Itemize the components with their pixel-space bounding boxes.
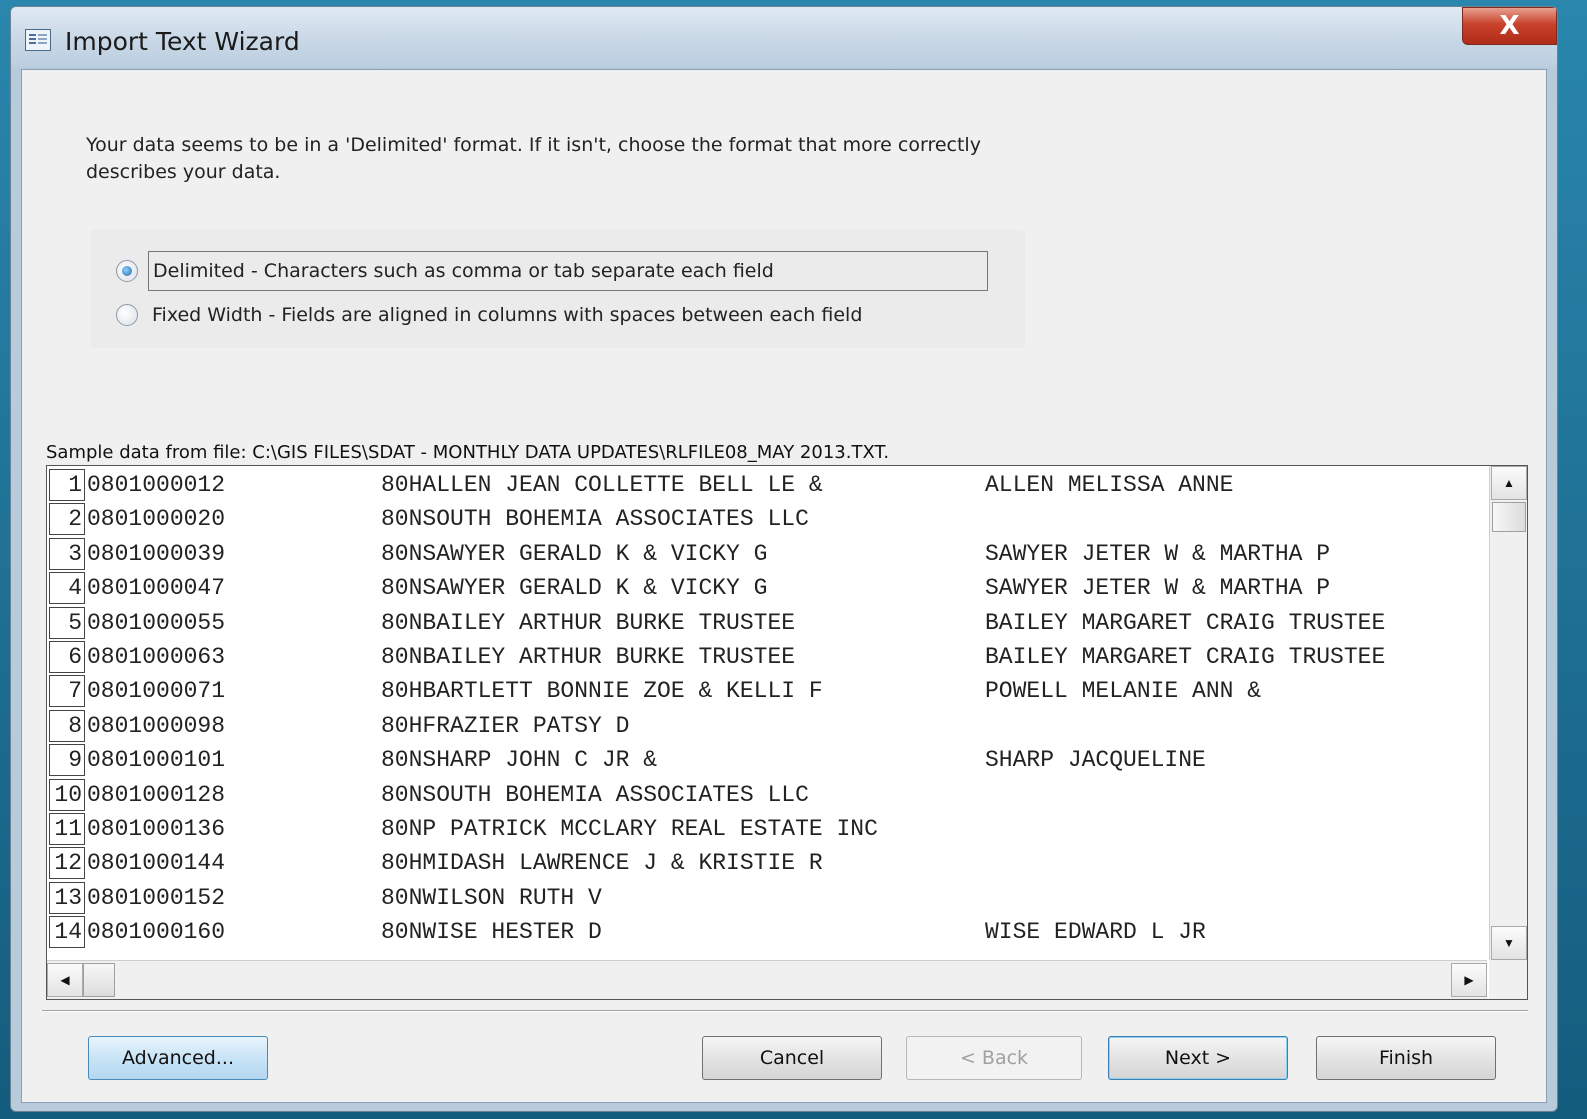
table-row: 4 0801000047 80NSAWYER GERALD K & VICKY G S… <box>47 571 1487 605</box>
owner2-cell: SAWYER JETER W & MARTHA P <box>985 540 1331 567</box>
button-separator <box>42 1010 1528 1012</box>
vertical-scroll-thumb[interactable] <box>1492 502 1526 532</box>
back-button: < Back <box>906 1036 1082 1080</box>
table-row: 14 0801000160 80NWISE HESTER D WISE EDWARD … <box>47 915 1487 949</box>
table-row: 2 0801000020 80NSOUTH BOHEMIA ASSOCIATES L… <box>47 502 1487 536</box>
next-button[interactable]: Next > <box>1108 1036 1288 1080</box>
table-row: 7 0801000071 80HBARTLETT BONNIE ZOE & KELL… <box>47 674 1487 708</box>
window-title: Import Text Wizard <box>65 27 300 56</box>
instruction-text: Your data seems to be in a 'Delimited' f… <box>86 134 981 183</box>
owner-cell: 80HALLEN JEAN COLLETTE BELL LE & <box>381 472 823 498</box>
row-number: 14 <box>49 916 85 949</box>
table-row: 10 0801000128 80NSOUTH BOHEMIA ASSOCIATES … <box>47 778 1487 812</box>
row-number: 12 <box>49 847 85 880</box>
owner-cell: 80NSAWYER GERALD K & VICKY G <box>381 575 768 602</box>
owner-cell: 80HBARTLETT BONNIE ZOE & KELLI F <box>381 678 823 705</box>
row-number: 2 <box>49 503 85 536</box>
owner2-cell: SHARP JACQUELINE <box>985 747 1206 774</box>
parcel-id-cell: 0801000098 <box>87 712 226 739</box>
parcel-id-cell: 0801000101 <box>87 747 226 774</box>
delimited-label: Delimited - Characters such as comma or … <box>148 251 988 291</box>
row-number: 9 <box>49 744 85 777</box>
scroll-left-button[interactable]: ◀ <box>47 963 83 997</box>
scrollbar-corner <box>1489 960 1527 999</box>
parcel-id-cell: 0801000071 <box>87 678 226 705</box>
sample-data-grid[interactable]: 1 0801000012 80HALLEN JEAN COLLETTE BELL L… <box>46 465 1528 1000</box>
horizontal-scrollbar[interactable]: ◀ ▶ <box>47 960 1487 999</box>
fixed-width-option[interactable]: Fixed Width - Fields are aligned in colu… <box>116 300 866 330</box>
table-row: 12 0801000144 80HMIDASH LAWRENCE J & KRIST… <box>47 846 1487 880</box>
table-row: 9 0801000101 80NSHARP JOHN C JR & SHARP JAC… <box>47 743 1487 777</box>
import-text-wizard-window: Import Text Wizard X Your data seems to … <box>10 6 1558 1112</box>
row-number: 8 <box>49 709 85 742</box>
owner2-cell: ALLEN MELISSA ANNE <box>985 472 1234 498</box>
owner-cell: 80NSOUTH BOHEMIA ASSOCIATES LLC <box>381 781 809 808</box>
row-number: 10 <box>49 778 85 811</box>
wizard-client-area: Your data seems to be in a 'Delimited' f… <box>21 69 1547 1103</box>
row-number: 5 <box>49 606 85 639</box>
owner-cell: 80NSHARP JOHN C JR & <box>381 747 658 774</box>
parcel-id-cell: 0801000144 <box>87 850 226 877</box>
owner-cell: 80NBAILEY ARTHUR BURKE TRUSTEE <box>381 609 796 636</box>
vertical-scrollbar[interactable]: ▲ ▼ <box>1489 466 1527 960</box>
sample-data-label: Sample data from file: C:\GIS FILES\SDAT… <box>46 442 890 463</box>
advanced-button[interactable]: Advanced... <box>88 1036 268 1080</box>
delimited-radio[interactable] <box>116 260 138 282</box>
close-button[interactable]: X <box>1462 7 1557 45</box>
row-number: 1 <box>49 469 85 501</box>
row-number: 6 <box>49 641 85 673</box>
title-bar[interactable]: Import Text Wizard X <box>11 7 1557 67</box>
owner2-cell: SAWYER JETER W & MARTHA P <box>985 575 1331 602</box>
table-row: 5 0801000055 80NBAILEY ARTHUR BURKE TRUSTE… <box>47 606 1487 640</box>
sample-data-rows: 1 0801000012 80HALLEN JEAN COLLETTE BELL L… <box>47 466 1487 960</box>
owner-cell: 80NBAILEY ARTHUR BURKE TRUSTEE <box>381 644 796 670</box>
parcel-id-cell: 0801000055 <box>87 609 226 636</box>
parcel-id-cell: 0801000160 <box>87 919 226 946</box>
owner2-cell: BAILEY MARGARET CRAIG TRUSTEE <box>985 609 1386 636</box>
row-number: 3 <box>49 537 85 570</box>
owner-cell: 80NSAWYER GERALD K & VICKY G <box>381 540 768 567</box>
wizard-app-icon <box>25 29 51 51</box>
owner-cell: 80NWISE HESTER D <box>381 919 602 946</box>
parcel-id-cell: 0801000128 <box>87 781 226 808</box>
table-row: 3 0801000039 80NSAWYER GERALD K & VICKY G S… <box>47 537 1487 571</box>
table-row: 8 0801000098 80HFRAZIER PATSY D <box>47 709 1487 743</box>
parcel-id-cell: 0801000012 <box>87 472 226 498</box>
table-row: 11 0801000136 80NP PATRICK MCCLARY REAL ES… <box>47 812 1487 846</box>
owner-cell: 80NWILSON RUTH V <box>381 884 602 911</box>
parcel-id-cell: 0801000136 <box>87 816 226 842</box>
table-row: 6 0801000063 80NBAILEY ARTHUR BURKE TRUSTE… <box>47 640 1487 674</box>
table-row: 1 0801000012 80HALLEN JEAN COLLETTE BELL L… <box>47 468 1487 502</box>
row-number: 7 <box>49 675 85 708</box>
parcel-id-cell: 0801000152 <box>87 884 226 911</box>
scroll-right-button[interactable]: ▶ <box>1451 963 1487 997</box>
delimited-option[interactable]: Delimited - Characters such as comma or … <box>116 251 988 291</box>
horizontal-scroll-thumb[interactable] <box>83 963 115 997</box>
owner2-cell: WISE EDWARD L JR <box>985 919 1206 946</box>
finish-button[interactable]: Finish <box>1316 1036 1496 1080</box>
owner-cell: 80HFRAZIER PATSY D <box>381 712 630 739</box>
owner-cell: 80HMIDASH LAWRENCE J & KRISTIE R <box>381 850 823 877</box>
fixed-width-radio[interactable] <box>116 304 138 326</box>
owner2-cell: POWELL MELANIE ANN & <box>985 678 1262 705</box>
row-number: 4 <box>49 572 85 605</box>
parcel-id-cell: 0801000039 <box>87 540 226 567</box>
fixed-width-label: Fixed Width - Fields are aligned in colu… <box>152 304 863 326</box>
parcel-id-cell: 0801000047 <box>87 575 226 602</box>
owner2-cell: BAILEY MARGARET CRAIG TRUSTEE <box>985 644 1386 670</box>
parcel-id-cell: 0801000020 <box>87 506 226 533</box>
scroll-down-button[interactable]: ▼ <box>1491 926 1527 960</box>
cancel-button[interactable]: Cancel <box>702 1036 882 1080</box>
row-number: 13 <box>49 881 85 914</box>
owner-cell: 80NP PATRICK MCCLARY REAL ESTATE INC <box>381 816 878 842</box>
format-options-group: Delimited - Characters such as comma or … <box>90 230 1025 348</box>
table-row: 13 0801000152 80NWILSON RUTH V <box>47 881 1487 915</box>
parcel-id-cell: 0801000063 <box>87 644 226 670</box>
row-number: 11 <box>49 813 85 845</box>
owner-cell: 80NSOUTH BOHEMIA ASSOCIATES LLC <box>381 506 809 533</box>
scroll-up-button[interactable]: ▲ <box>1491 466 1527 500</box>
